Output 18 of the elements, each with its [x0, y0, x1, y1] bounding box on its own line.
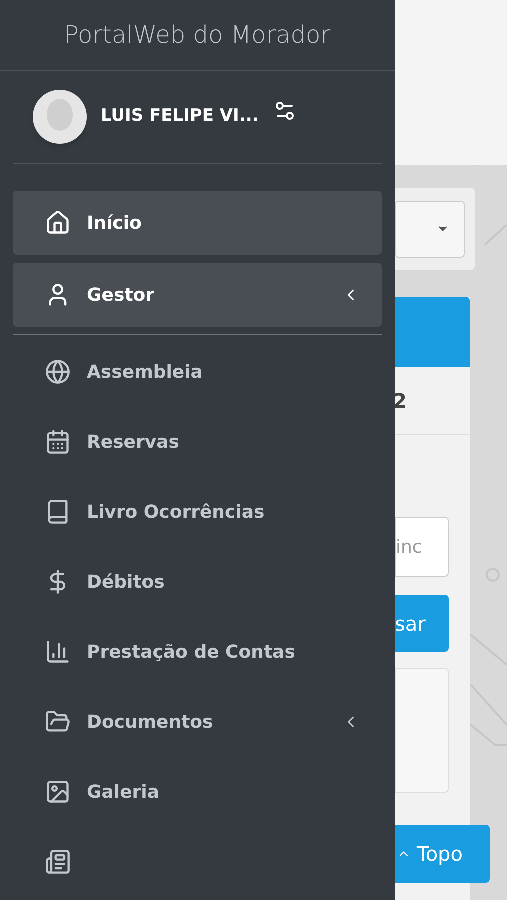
select-field[interactable] — [395, 200, 465, 258]
globe-icon — [45, 359, 71, 385]
nav-item[interactable]: Galeria — [13, 760, 382, 824]
nav-item[interactable]: Gestor — [13, 263, 382, 327]
newspaper-icon — [45, 849, 71, 875]
app-title: PortalWeb do Morador — [64, 20, 331, 51]
nav-item[interactable]: Débitos — [13, 550, 382, 614]
image-icon — [45, 779, 71, 805]
bar-chart-icon — [45, 639, 71, 665]
home-icon — [45, 210, 71, 236]
nav-item[interactable]: Início — [13, 191, 382, 255]
nav-item[interactable]: Reservas — [13, 410, 382, 474]
calendar-icon — [45, 429, 71, 455]
nav-item[interactable]: Assembleia — [13, 340, 382, 404]
nav-item[interactable]: Prestação de Contas — [13, 620, 382, 684]
user-name[interactable]: LUIS FELIPE VI... — [101, 104, 259, 130]
nav-item[interactable]: Livro Ocorrências — [13, 480, 382, 544]
nav-item[interactable]: Documentos — [13, 690, 382, 754]
